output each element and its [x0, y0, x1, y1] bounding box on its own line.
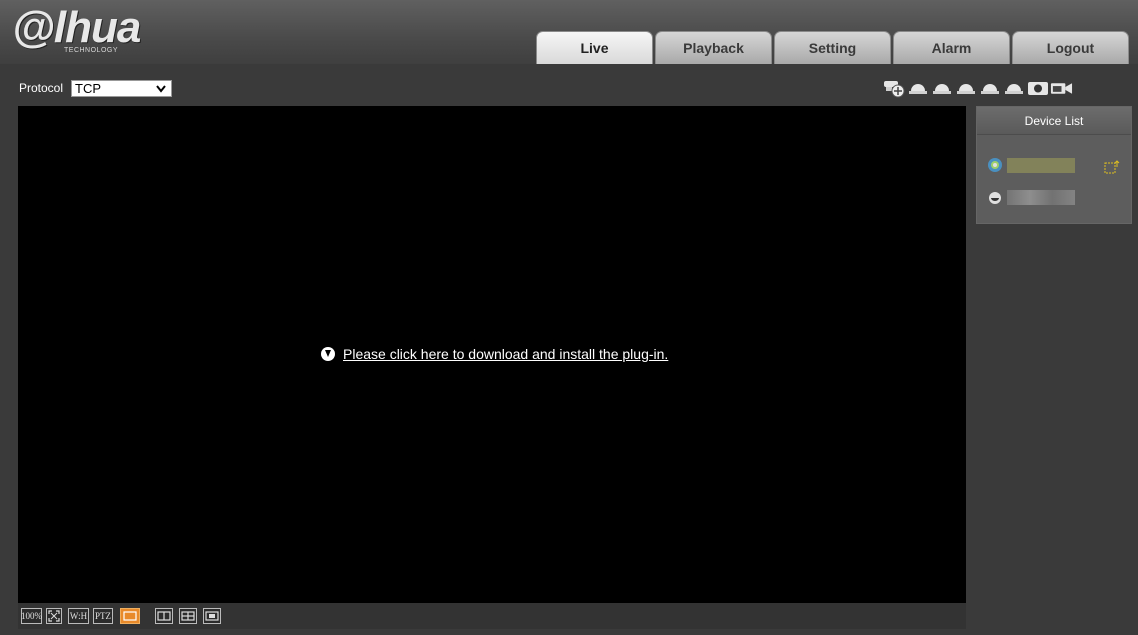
picture-in-picture-icon	[205, 611, 219, 621]
device-list-panel: Device List	[976, 106, 1132, 224]
live-toolbar: Protocol TCP	[0, 64, 1138, 106]
tab-setting[interactable]: Setting	[774, 31, 891, 64]
device-item[interactable]	[987, 189, 1075, 205]
zoom-100-button[interactable]: 100%	[21, 608, 42, 624]
expand-corner-icon[interactable]	[1104, 160, 1120, 174]
tab-alarm[interactable]: Alarm	[893, 31, 1010, 64]
camera-color-icon	[988, 158, 1002, 172]
header-bar: @lhua TECHNOLOGY Live Playback Setting A…	[0, 0, 1138, 64]
tab-logout[interactable]: Logout	[1012, 31, 1129, 64]
single-window-icon	[123, 611, 137, 621]
camera-icon-bar	[882, 75, 1074, 101]
chevron-down-icon	[156, 85, 166, 93]
plugin-message: Please click here to download and instal…	[343, 346, 669, 362]
dome-camera-icon[interactable]	[906, 76, 929, 100]
fullscreen-icon	[48, 610, 60, 622]
tab-live[interactable]: Live	[536, 31, 653, 64]
logo-wordmark: @lhua	[12, 3, 141, 52]
ptz-button[interactable]: PTZ	[93, 608, 113, 624]
video-control-bar: 100% W:H PTZ	[18, 603, 966, 629]
ptz-camera-icon[interactable]	[882, 76, 905, 100]
video-viewport: Please click here to download and instal…	[18, 106, 966, 603]
protocol-select[interactable]: TCP	[71, 80, 172, 97]
tab-playback[interactable]: Playback	[655, 31, 772, 64]
dome-camera-icon[interactable]	[1002, 76, 1025, 100]
split-2-icon	[157, 611, 171, 621]
main-tabs: Live Playback Setting Alarm Logout	[536, 31, 1129, 64]
download-icon	[321, 347, 335, 361]
dome-camera-icon[interactable]	[954, 76, 977, 100]
logo-tagline: TECHNOLOGY	[64, 47, 119, 54]
device-name-redacted	[1007, 189, 1075, 205]
layout-4-button[interactable]	[179, 608, 197, 624]
protocol-label: Protocol	[19, 81, 64, 95]
dome-camera-icon	[989, 192, 1001, 204]
device-name-redacted	[1007, 157, 1075, 173]
split-4-icon	[181, 611, 195, 621]
device-list-title: Device List	[977, 107, 1131, 135]
layout-pip-button[interactable]	[203, 608, 221, 624]
layout-1-button[interactable]	[120, 608, 140, 624]
dahua-logo: @lhua TECHNOLOGY	[12, 4, 172, 60]
dome-camera-icon[interactable]	[978, 76, 1001, 100]
dome-camera-icon[interactable]	[930, 76, 953, 100]
layout-2-button[interactable]	[155, 608, 173, 624]
aspect-ratio-button[interactable]: W:H	[68, 608, 89, 624]
protocol-value: TCP	[75, 81, 101, 96]
plugin-download-link[interactable]: Please click here to download and instal…	[321, 346, 668, 362]
fullscreen-button[interactable]	[46, 608, 62, 624]
record-icon[interactable]	[1050, 76, 1073, 100]
snapshot-icon[interactable]	[1026, 76, 1049, 100]
device-item[interactable]	[987, 157, 1075, 173]
